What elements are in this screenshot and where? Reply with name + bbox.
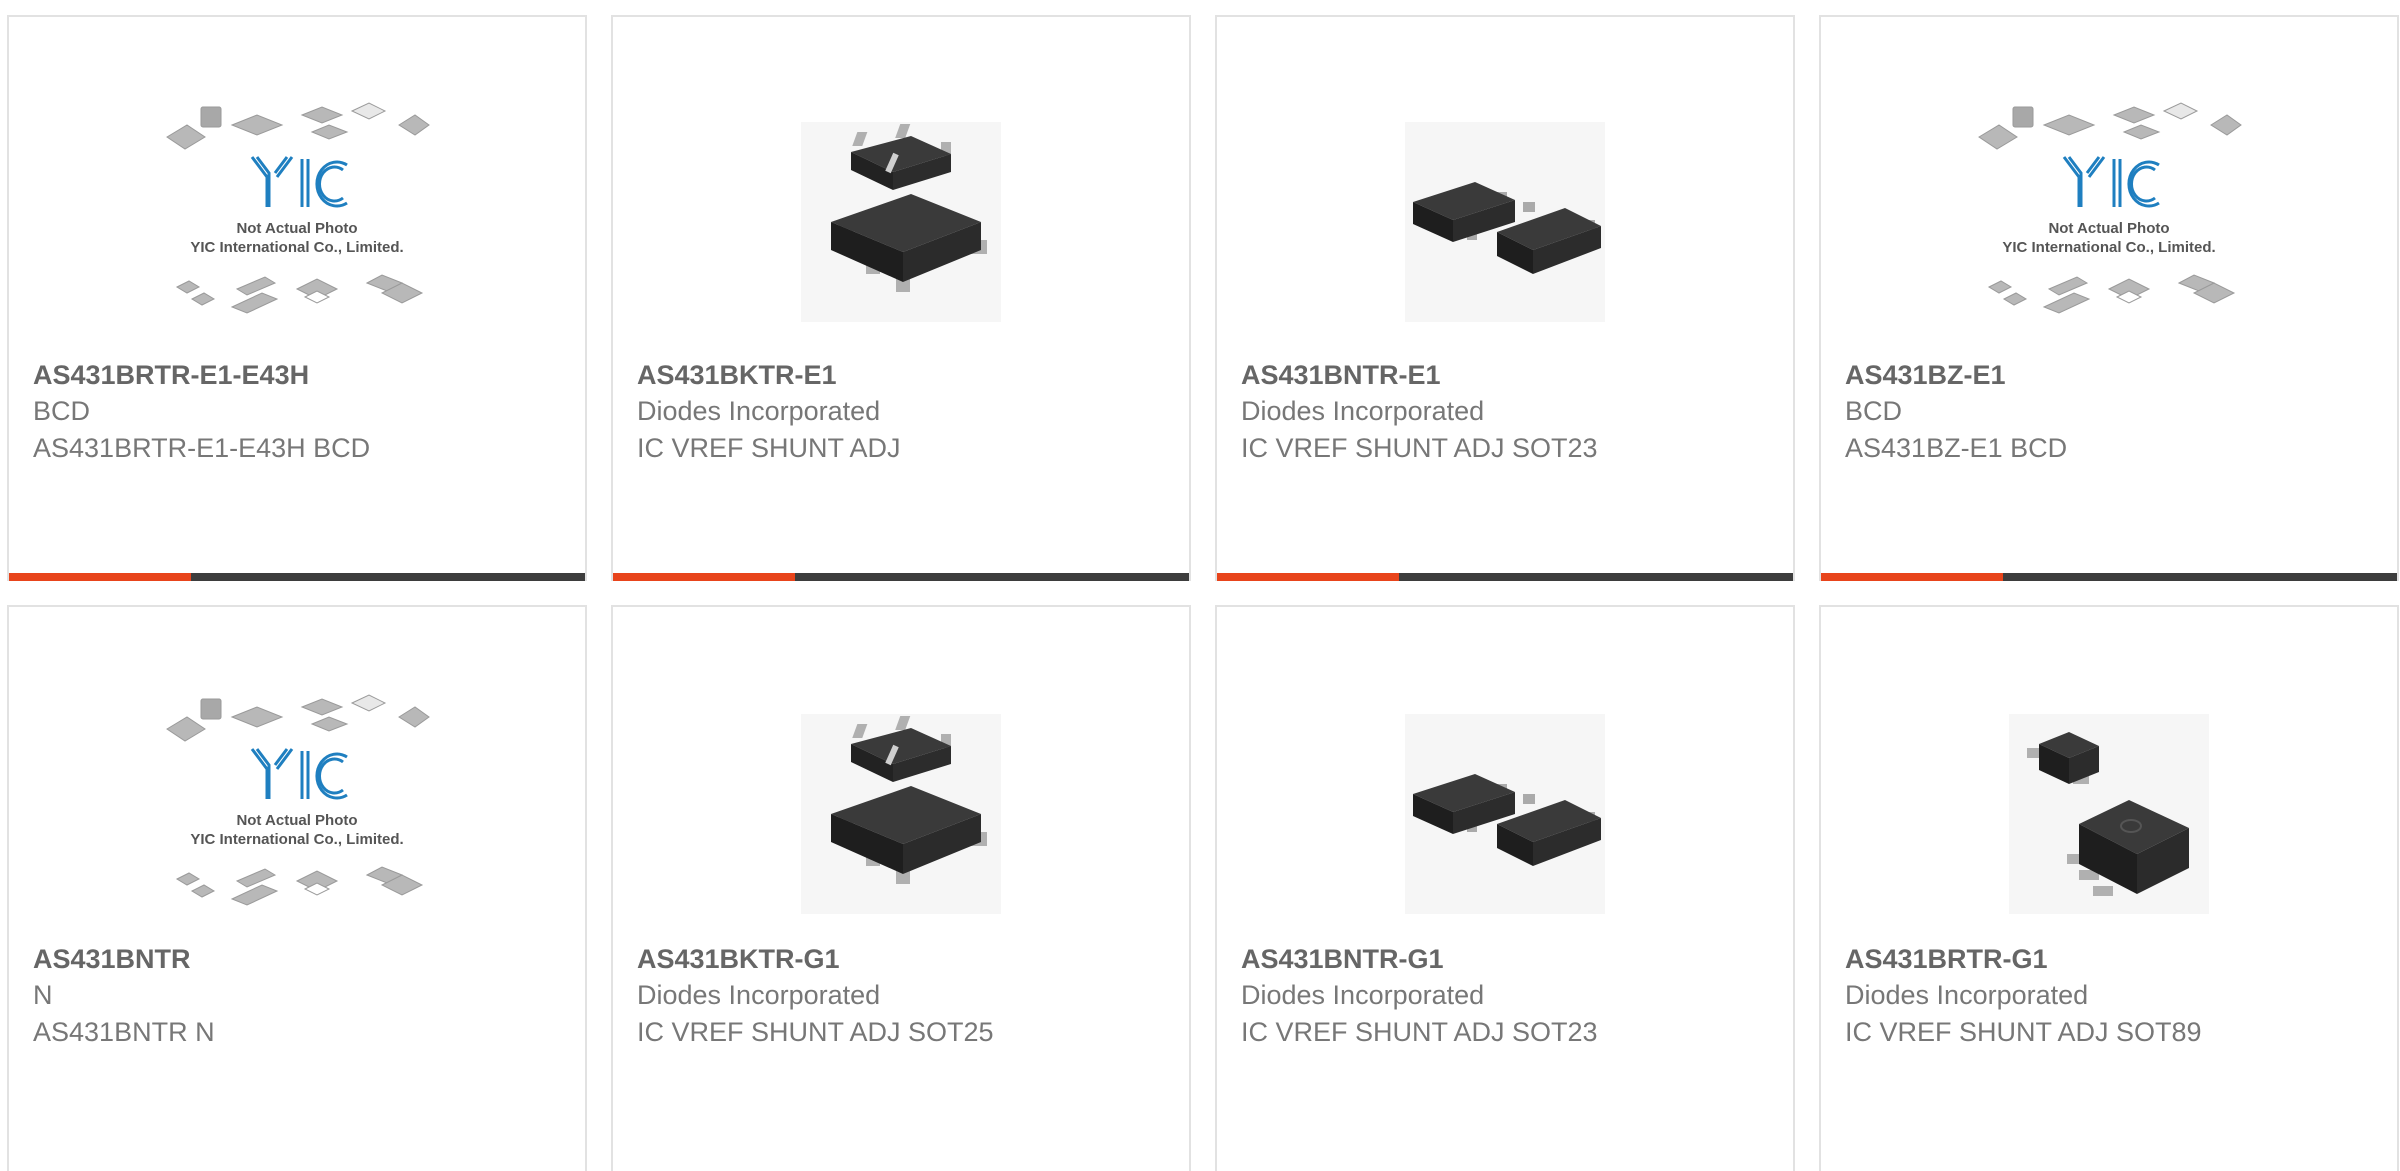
product-card[interactable]: Not Actual Photo YIC International Co., … [7, 605, 587, 1171]
product-card[interactable]: AS431BRTR-G1 Diodes Incorporated IC VREF… [1819, 605, 2399, 1171]
placeholder-line2: YIC International Co., Limited. [190, 831, 403, 848]
sot23-chip-image [1405, 122, 1605, 322]
card-footer-accent [9, 573, 191, 581]
product-card[interactable]: AS431BKTR-G1 Diodes Incorporated IC VREF… [611, 605, 1191, 1171]
manufacturer: Diodes Incorporated [1845, 980, 2089, 1010]
description: IC VREF SHUNT ADJ [637, 433, 901, 463]
part-number[interactable]: AS431BKTR-E1 [637, 357, 1169, 393]
manufacturer: N [33, 980, 53, 1010]
card-footer-bar [1217, 573, 1793, 581]
product-image[interactable] [1217, 77, 1793, 367]
product-info: AS431BRTR-G1 Diodes Incorporated IC VREF… [1845, 941, 2377, 1051]
manufacturer: Diodes Incorporated [637, 980, 881, 1010]
description: IC VREF SHUNT ADJ SOT23 [1241, 433, 1598, 463]
placeholder-line1: Not Actual Photo [2048, 220, 2169, 237]
not-actual-photo-image: Not Actual Photo YIC International Co., … [1978, 102, 2242, 314]
card-footer-bar [9, 573, 585, 581]
product-card[interactable]: AS431BKTR-E1 Diodes Incorporated IC VREF… [611, 15, 1191, 581]
part-number[interactable]: AS431BNTR-E1 [1241, 357, 1773, 393]
part-number[interactable]: AS431BZ-E1 [1845, 357, 2377, 393]
sot25-chip-image [801, 122, 1001, 322]
not-actual-photo-image: Not Actual Photo YIC International Co., … [166, 694, 430, 906]
product-info: AS431BNTR N AS431BNTR N [33, 941, 565, 1051]
part-number[interactable]: AS431BRTR-E1-E43H [33, 357, 565, 393]
product-image[interactable]: Not Actual Photo YIC International Co., … [1821, 77, 2397, 367]
sot23-chip-image [1405, 714, 1605, 914]
card-footer-accent [1821, 573, 2003, 581]
product-image[interactable] [613, 77, 1189, 367]
description: AS431BZ-E1 BCD [1845, 433, 2068, 463]
placeholder-line1: Not Actual Photo [236, 812, 357, 829]
product-info: AS431BNTR-G1 Diodes Incorporated IC VREF… [1241, 941, 1773, 1051]
manufacturer: BCD [1845, 396, 1903, 426]
part-number[interactable]: AS431BRTR-G1 [1845, 941, 2377, 977]
part-number[interactable]: AS431BKTR-G1 [637, 941, 1169, 977]
product-card[interactable]: Not Actual Photo YIC International Co., … [7, 15, 587, 581]
manufacturer: BCD [33, 396, 91, 426]
product-info: AS431BZ-E1 BCD AS431BZ-E1 BCD [1845, 357, 2377, 467]
product-info: AS431BNTR-E1 Diodes Incorporated IC VREF… [1241, 357, 1773, 467]
card-footer-accent [613, 573, 795, 581]
placeholder-line2: YIC International Co., Limited. [190, 239, 403, 256]
sot89-chip-image [2009, 714, 2209, 914]
product-info: AS431BKTR-E1 Diodes Incorporated IC VREF… [637, 357, 1169, 467]
manufacturer: Diodes Incorporated [1241, 980, 1485, 1010]
product-info: AS431BKTR-G1 Diodes Incorporated IC VREF… [637, 941, 1169, 1051]
product-image[interactable] [1217, 669, 1793, 959]
placeholder-line1: Not Actual Photo [236, 220, 357, 237]
product-card[interactable]: AS431BNTR-G1 Diodes Incorporated IC VREF… [1215, 605, 1795, 1171]
card-footer-bar [1821, 573, 2397, 581]
part-number[interactable]: AS431BNTR-G1 [1241, 941, 1773, 977]
product-grid: Not Actual Photo YIC International Co., … [7, 15, 2400, 1171]
description: IC VREF SHUNT ADJ SOT23 [1241, 1017, 1598, 1047]
product-image[interactable]: Not Actual Photo YIC International Co., … [9, 77, 585, 367]
product-image[interactable] [1821, 669, 2397, 959]
product-info: AS431BRTR-E1-E43H BCD AS431BRTR-E1-E43H … [33, 357, 565, 467]
product-card[interactable]: AS431BNTR-E1 Diodes Incorporated IC VREF… [1215, 15, 1795, 581]
product-image[interactable] [613, 669, 1189, 959]
product-image[interactable]: Not Actual Photo YIC International Co., … [9, 669, 585, 959]
description: IC VREF SHUNT ADJ SOT25 [637, 1017, 994, 1047]
description: AS431BRTR-E1-E43H BCD [33, 433, 371, 463]
manufacturer: Diodes Incorporated [1241, 396, 1485, 426]
product-card[interactable]: Not Actual Photo YIC International Co., … [1819, 15, 2399, 581]
card-footer-bar [613, 573, 1189, 581]
placeholder-line2: YIC International Co., Limited. [2002, 239, 2215, 256]
part-number[interactable]: AS431BNTR [33, 941, 565, 977]
manufacturer: Diodes Incorporated [637, 396, 881, 426]
not-actual-photo-image: Not Actual Photo YIC International Co., … [166, 102, 430, 314]
sot25-chip-image [801, 714, 1001, 914]
description: AS431BNTR N [33, 1017, 215, 1047]
card-footer-accent [1217, 573, 1399, 581]
description: IC VREF SHUNT ADJ SOT89 [1845, 1017, 2202, 1047]
